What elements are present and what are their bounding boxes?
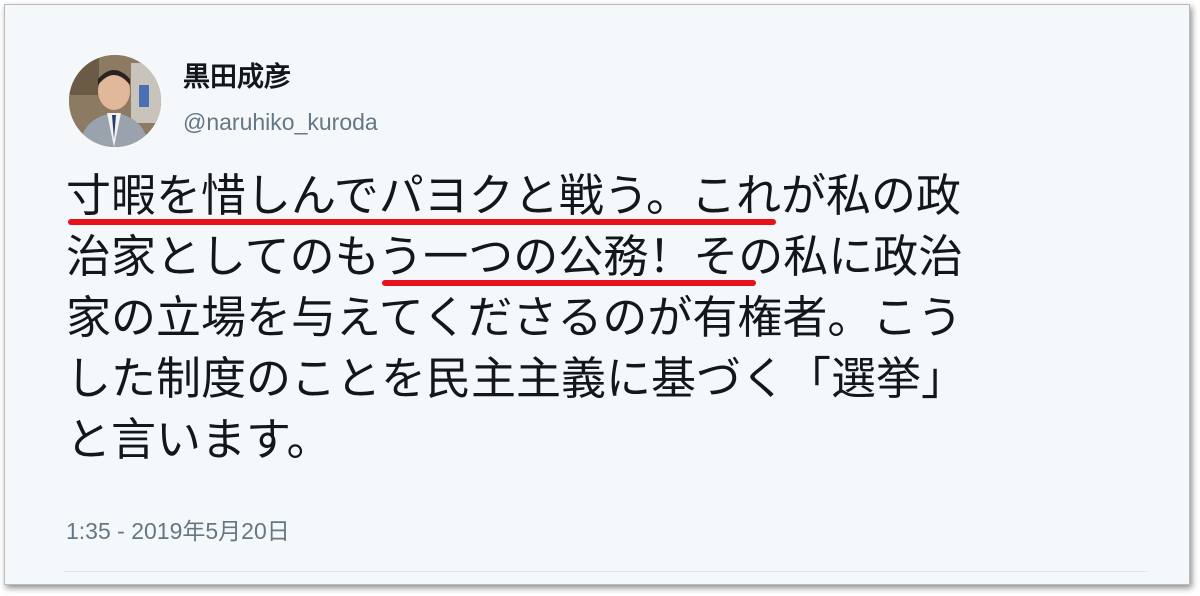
red-underline-annotation — [382, 280, 756, 286]
user-handle[interactable]: @naruhiko_kuroda — [183, 108, 378, 136]
tweet-text-line: 治家としてのもう一つの公務！その私に政治 — [66, 230, 964, 283]
tweet-text-line: 家の立場を与えてくださるのが有権者。こう — [66, 291, 963, 344]
tweet-text: 寸暇を惜しんでパヨクと戦う。これが私の政 治家としてのもう一つの公務！その私に政… — [66, 165, 1146, 470]
avatar[interactable] — [69, 55, 161, 147]
tweet-text-line: と言います。 — [66, 413, 332, 466]
profile-photo-icon — [69, 55, 161, 147]
red-underline-annotation — [68, 219, 776, 225]
tweet-timestamp[interactable]: 1:35 - 2019年5月20日 — [66, 517, 290, 545]
display-name[interactable]: 黒田成彦 — [183, 60, 291, 96]
divider — [64, 571, 1148, 572]
tweet-text-line: 寸暇を惜しんでパヨクと戦う。これが私の政 — [66, 169, 962, 222]
tweet-text-line: した制度のことを民主主義に基づく「選挙」 — [66, 352, 967, 405]
